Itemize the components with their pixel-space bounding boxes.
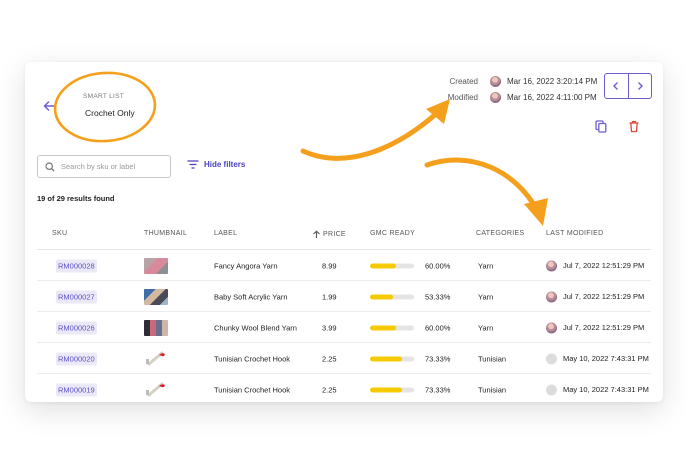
previous-record-button[interactable] — [605, 74, 628, 98]
created-label: Created — [449, 77, 478, 86]
gmc-percent: 53.33% — [425, 292, 451, 301]
smart-list-kicker: SMART LIST — [83, 93, 125, 100]
product-category: Yarn — [478, 292, 494, 301]
table-row[interactable]: RM000019 Tunisian Crochet Hook 2.25 73.33% T… — [25, 374, 663, 402]
product-label: Tunisian Crochet Hook — [214, 385, 291, 394]
column-categories[interactable]: CATEGORIES — [476, 230, 524, 237]
last-modified-date: May 10, 2022 7:43:31 PM — [563, 384, 649, 394]
product-label: Baby Soft Acrylic Yarn — [214, 292, 288, 301]
copy-icon[interactable] — [595, 120, 607, 133]
product-price: 1.99 — [322, 292, 337, 301]
column-price-label: PRICE — [323, 231, 346, 238]
column-sku[interactable]: SKU — [52, 230, 67, 237]
product-category: Tunisian — [478, 354, 507, 363]
list-name[interactable]: Crochet Only — [85, 108, 135, 118]
gmc-percent: 73.33% — [425, 385, 451, 394]
modified-by-avatar — [490, 92, 501, 103]
created-by-avatar — [490, 76, 501, 87]
sku-link[interactable]: RM000028 — [56, 259, 97, 272]
product-thumbnail — [144, 319, 168, 336]
product-price: 8.99 — [322, 261, 337, 270]
gmc-progress-bar — [370, 325, 414, 330]
last-modified-date: Jul 7, 2022 12:51:29 PM — [563, 260, 645, 270]
last-modified-date: Jul 7, 2022 12:51:29 PM — [563, 291, 645, 301]
trash-icon[interactable] — [628, 120, 640, 133]
search-field[interactable] — [37, 155, 171, 178]
hide-filters-button[interactable]: Hide filters — [187, 160, 245, 169]
gmc-progress-fill — [370, 325, 397, 330]
modified-label: Modified — [447, 93, 478, 102]
record-pager — [604, 73, 652, 99]
column-label[interactable]: LABEL — [214, 230, 237, 237]
product-thumbnail — [146, 382, 165, 396]
search-input[interactable] — [61, 162, 169, 171]
column-gmc-ready[interactable]: GMC READY — [370, 230, 415, 237]
created-date: Mar 16, 2022 3:20:14 PM — [507, 77, 598, 86]
table-row[interactable]: RM000026 Chunky Wool Blend Yarn 3.99 60.00%… — [25, 312, 663, 343]
product-category: Tunisian — [478, 385, 507, 394]
gmc-progress-bar — [370, 294, 414, 299]
sku-link[interactable]: RM000026 — [56, 321, 97, 334]
product-label: Fancy Angora Yarn — [214, 261, 278, 270]
chevron-left-icon — [613, 82, 619, 90]
sku-link[interactable]: RM000019 — [56, 383, 97, 396]
gmc-progress-fill — [370, 263, 397, 268]
product-price: 3.99 — [322, 323, 337, 332]
gmc-progress-bar — [370, 387, 414, 392]
sort-ascending-icon — [313, 230, 320, 238]
gmc-percent: 60.00% — [425, 261, 451, 270]
modified-by-avatar — [546, 322, 557, 333]
gmc-progress-bar — [370, 263, 414, 268]
column-last-modified[interactable]: LAST MODIFIED — [546, 230, 603, 237]
product-price: 2.25 — [322, 354, 337, 363]
chevron-right-icon — [637, 82, 643, 90]
results-count: 19 of 29 results found — [37, 194, 115, 203]
modified-by-avatar — [546, 353, 557, 364]
modified-by-avatar — [546, 384, 557, 395]
gmc-percent: 60.00% — [425, 323, 451, 332]
modified-date: Mar 16, 2022 4:11:00 PM — [507, 93, 597, 102]
gmc-progress-fill — [370, 294, 394, 299]
hide-filters-label: Hide filters — [204, 160, 246, 169]
product-label: Chunky Wool Blend Yarn — [214, 323, 297, 332]
table-row[interactable]: RM000028 Fancy Angora Yarn 8.99 60.00% Yarn J… — [25, 250, 663, 281]
column-price[interactable]: PRICE — [312, 230, 346, 239]
next-record-button[interactable] — [627, 74, 652, 98]
search-icon — [45, 161, 55, 172]
filter-icon — [187, 160, 199, 169]
last-modified-date: May 10, 2022 7:43:31 PM — [563, 353, 649, 363]
gmc-percent: 73.33% — [425, 354, 451, 363]
product-category: Yarn — [478, 261, 494, 270]
smart-list-card: SMART LIST Crochet Only Created Mar 16, … — [25, 62, 663, 402]
gmc-progress-bar — [370, 356, 414, 361]
table-row[interactable]: RM000027 Baby Soft Acrylic Yarn 1.99 53.33%… — [25, 281, 663, 312]
back-arrow-icon[interactable] — [41, 98, 57, 114]
column-thumbnail: THUMBNAIL — [144, 230, 188, 237]
product-thumbnail — [146, 351, 165, 365]
product-label: Tunisian Crochet Hook — [214, 354, 291, 363]
last-modified-date: Jul 7, 2022 12:51:29 PM — [563, 322, 645, 332]
product-category: Yarn — [478, 323, 494, 332]
sku-link[interactable]: RM000020 — [56, 352, 97, 365]
gmc-progress-fill — [370, 387, 403, 392]
product-price: 2.25 — [322, 385, 337, 394]
sku-link[interactable]: RM000027 — [56, 290, 97, 303]
table-row[interactable]: RM000020 Tunisian Crochet Hook 2.25 73.33% T… — [25, 343, 663, 374]
gmc-progress-fill — [370, 356, 403, 361]
product-thumbnail — [144, 288, 168, 305]
modified-by-avatar — [546, 291, 557, 302]
product-thumbnail — [144, 257, 168, 274]
modified-by-avatar — [546, 260, 557, 271]
